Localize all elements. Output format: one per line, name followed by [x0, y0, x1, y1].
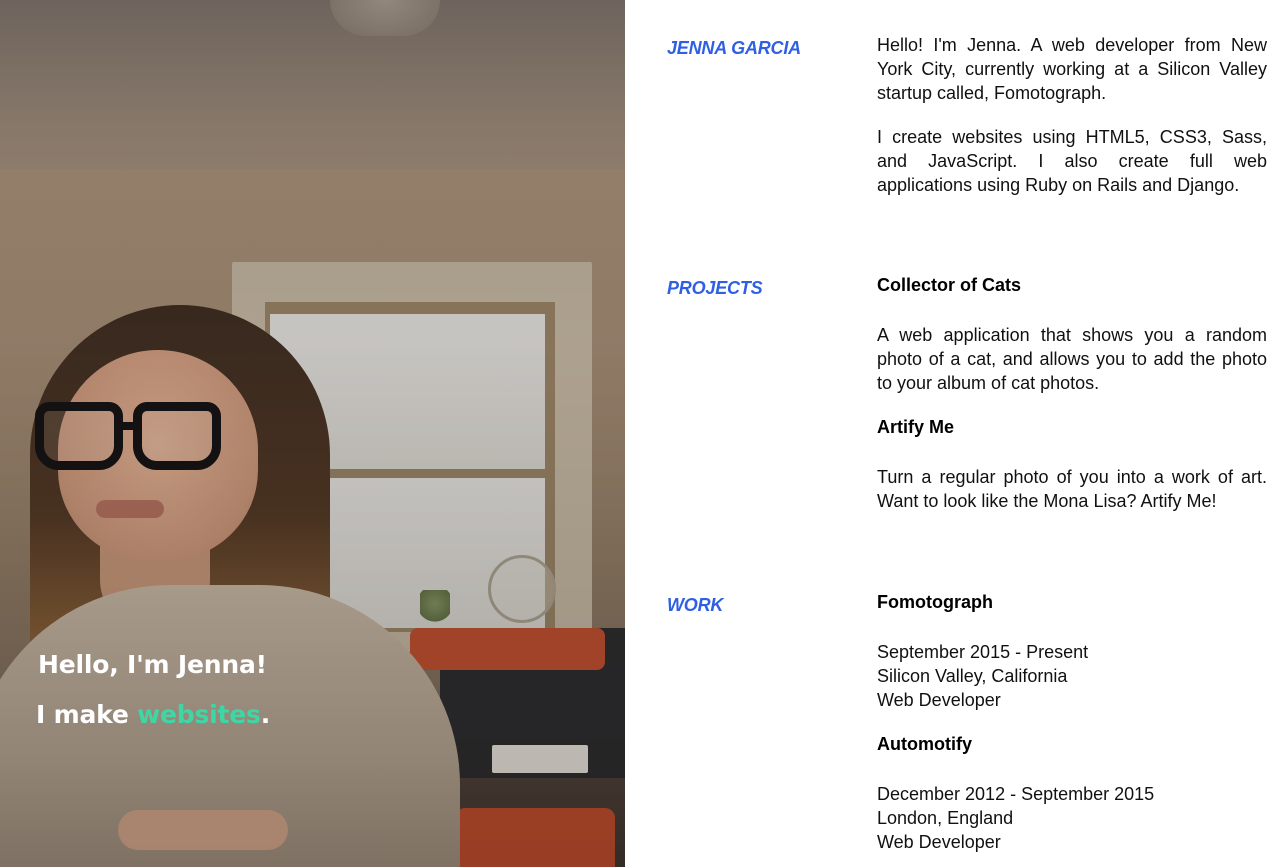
work-role: Web Developer — [877, 690, 1001, 710]
hero-tagline-prefix: I make — [36, 700, 138, 729]
projects-body: Collector of Cats A web application that… — [877, 273, 1267, 533]
work-location: Silicon Valley, California — [877, 666, 1068, 686]
project-description: Turn a regular photo of you into a work … — [877, 467, 1267, 511]
work-details: September 2015 - Present Silicon Valley,… — [877, 640, 1267, 712]
project-title: Artify Me — [877, 417, 955, 437]
work-details: December 2012 - September 2015 London, E… — [877, 782, 1267, 854]
work-dates: September 2015 - Present — [877, 642, 1089, 662]
about-paragraph: I create websites using HTML5, CSS3, Sas… — [877, 127, 1267, 195]
project-title: Collector of Cats — [877, 275, 1022, 295]
work-body: Fomotograph September 2015 - Present Sil… — [877, 590, 1267, 867]
about-label: JENNA GARCIA — [667, 38, 801, 58]
work-company: Automotify — [877, 734, 972, 754]
content-column: JENNA GARCIA Hello! I'm Jenna. A web dev… — [625, 0, 1273, 867]
work-role: Web Developer — [877, 832, 1001, 852]
hero-tagline: I make websites. — [36, 700, 270, 729]
work-location: London, England — [877, 808, 1014, 828]
projects-label: PROJECTS — [667, 278, 763, 298]
hero-greeting: Hello, I'm Jenna! — [38, 650, 267, 679]
hero-tagline-accent: websites — [137, 700, 261, 729]
about-paragraph: Hello! I'm Jenna. A web developer from N… — [877, 35, 1267, 103]
hero-shade — [0, 0, 625, 867]
work-label: WORK — [667, 595, 724, 615]
hero-photo: Hello, I'm Jenna! I make websites. — [0, 0, 625, 867]
project-description: A web application that shows you a rando… — [877, 325, 1267, 393]
hero-tagline-suffix: . — [260, 700, 271, 729]
work-company: Fomotograph — [877, 592, 993, 612]
work-dates: December 2012 - September 2015 — [877, 784, 1155, 804]
about-body: Hello! I'm Jenna. A web developer from N… — [877, 33, 1267, 217]
portfolio-page: Hello, I'm Jenna! I make websites. JENNA… — [0, 0, 1273, 867]
